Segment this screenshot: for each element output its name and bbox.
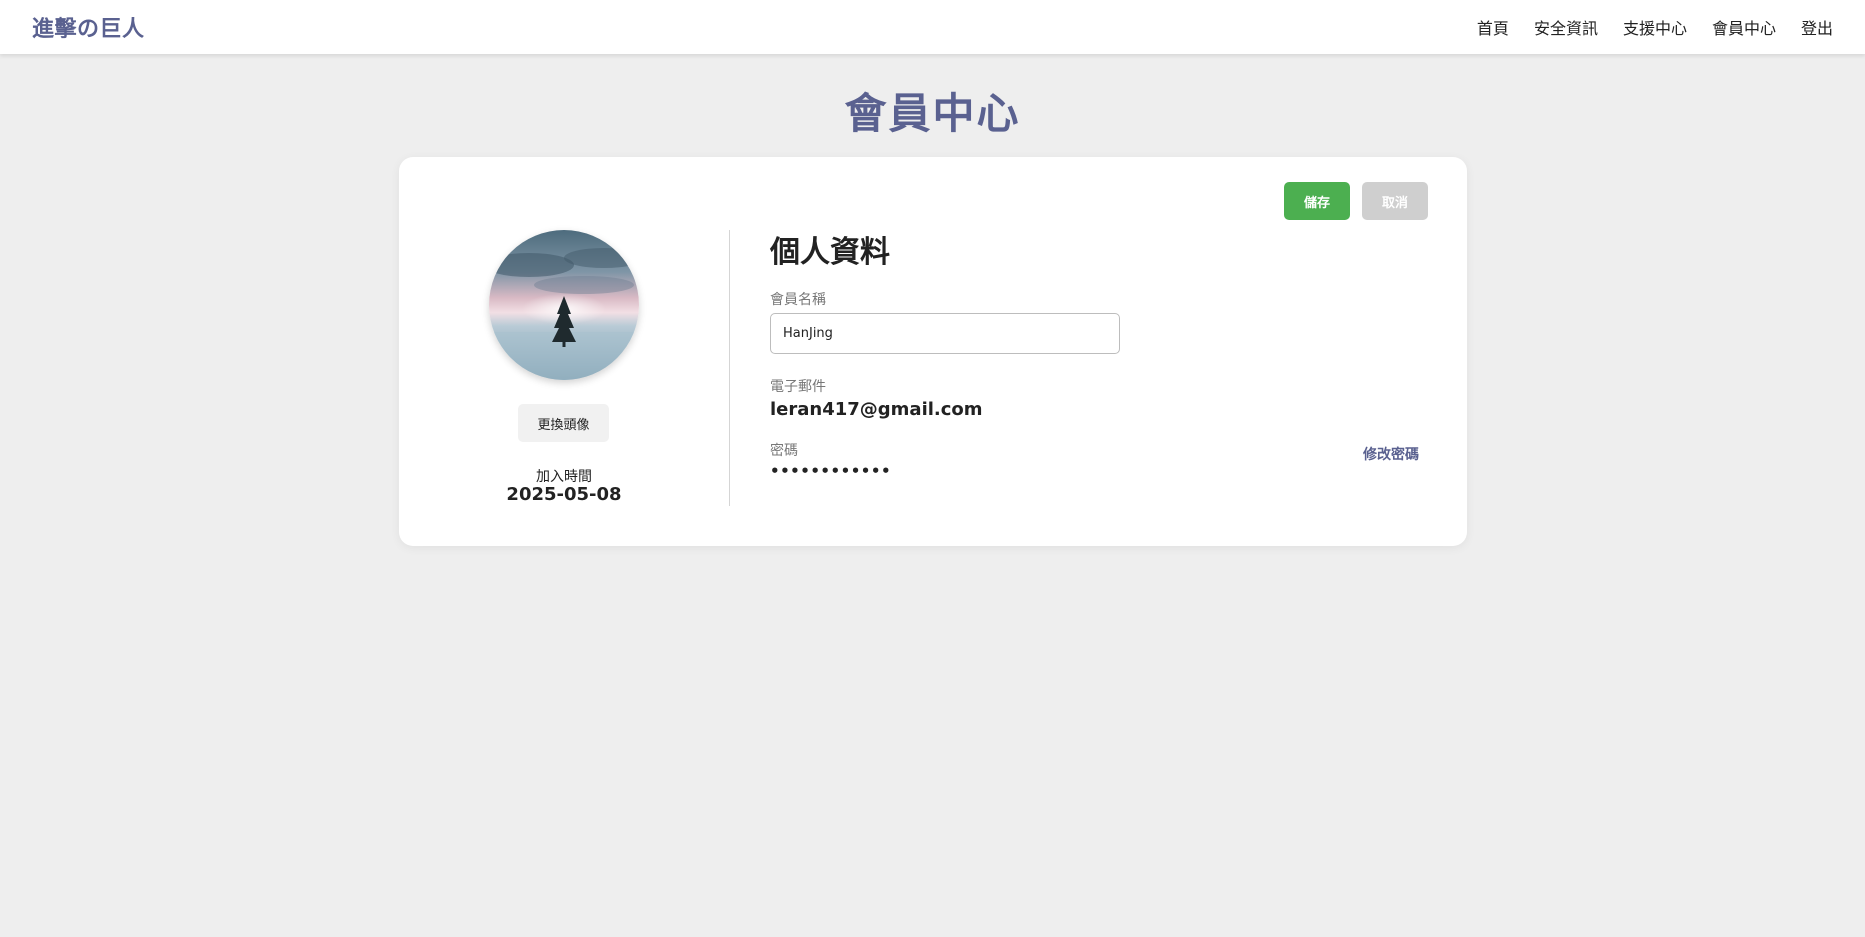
cancel-button[interactable]: 取消 [1362,182,1428,220]
profile-card: 儲存 取消 更換頭像 加入時間 2025-05-08 個人資料 會員名稱 Han… [399,157,1467,546]
change-avatar-button[interactable]: 更換頭像 [518,404,609,442]
profile-section-title: 個人資料 [770,235,890,270]
join-date-label: 加入時間 [536,469,592,485]
page-title: 會員中心 [844,89,1021,138]
password-label: 密碼 [770,443,798,459]
email-value: leran417@gmail.com [770,399,983,420]
avatar-image [489,230,639,380]
change-password-link[interactable]: 修改密碼 [1363,444,1419,464]
save-button[interactable]: 儲存 [1284,182,1350,220]
member-name-label: 會員名稱 [770,292,826,308]
nav-home[interactable]: 首頁 [1477,15,1509,39]
email-label: 電子郵件 [770,379,826,395]
vertical-divider [729,230,730,506]
nav-security-info[interactable]: 安全資訊 [1534,15,1598,39]
member-name-input[interactable] [770,313,1120,354]
nav-member-center[interactable]: 會員中心 [1712,15,1776,39]
password-value: •••••••••••• [770,462,892,480]
nav-logout[interactable]: 登出 [1801,15,1833,39]
nav-support-center[interactable]: 支援中心 [1623,15,1687,39]
site-logo[interactable]: 進擊の巨人 [32,11,145,43]
avatar [489,230,639,380]
top-navbar: 進擊の巨人 首頁 安全資訊 支援中心 會員中心 登出 [0,0,1865,54]
join-date-value: 2025-05-08 [506,484,622,505]
main-nav: 首頁 安全資訊 支援中心 會員中心 登出 [1452,15,1833,39]
avatar-panel: 更換頭像 加入時間 2025-05-08 [399,157,729,546]
